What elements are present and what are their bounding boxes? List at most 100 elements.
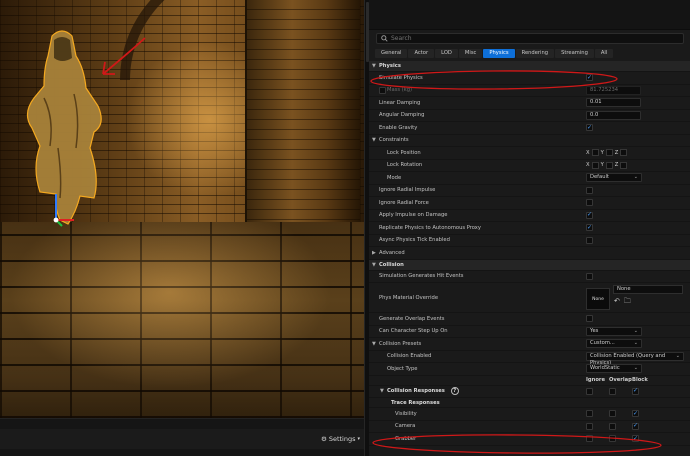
property-lock-position: Lock Position X Y Z [369, 147, 690, 160]
lock-rotation-z-checkbox[interactable] [620, 161, 628, 169]
settings-label: Settings [328, 435, 356, 443]
lock-rotation-x-checkbox[interactable] [591, 161, 599, 169]
tab-actor[interactable]: Actor [408, 49, 435, 58]
grabber-block-checkbox[interactable]: ✓ [632, 435, 639, 443]
reset-arrow-icon[interactable]: ↶ [614, 297, 620, 308]
response-column-headers: Ignore Overlap Block [369, 376, 690, 386]
trace-responses-header: Trace Responses [369, 398, 690, 408]
chevron-down-icon: ⌄ [633, 340, 638, 347]
tab-general[interactable]: General [375, 49, 408, 58]
chevron-right-icon: ▶ [372, 249, 376, 256]
property-generate-overlap: Generate Overlap Events [369, 313, 690, 326]
ignore-radial-force-checkbox[interactable] [586, 199, 593, 207]
angular-damping-field[interactable]: 0.0 [586, 110, 641, 120]
async-physics-checkbox[interactable] [586, 236, 593, 244]
apply-impulse-checkbox[interactable]: ✓ [586, 211, 593, 219]
camera-ignore-checkbox[interactable] [586, 422, 593, 430]
tab-physics[interactable]: Physics [483, 49, 515, 58]
grabber-ignore-checkbox[interactable] [586, 435, 593, 443]
chevron-down-icon: ▼ [380, 388, 384, 395]
material-dropdown[interactable]: None [613, 285, 683, 294]
lock-position-z-checkbox[interactable] [620, 149, 628, 157]
stone-pillar [245, 0, 360, 240]
visibility-block-checkbox[interactable]: ✓ [632, 410, 639, 418]
group-advanced[interactable]: ▶ Advanced [369, 247, 690, 260]
generate-overlap-checkbox[interactable] [586, 315, 593, 323]
linear-damping-field[interactable]: 0.01 [586, 98, 641, 108]
mode-dropdown[interactable]: Default ⌄ [586, 173, 642, 183]
visibility-overlap-checkbox[interactable] [609, 410, 616, 418]
filter-tabs: General Actor LOD Misc Physics Rendering… [375, 49, 614, 58]
gear-icon: ⚙ [321, 435, 327, 443]
header-overlap: Overlap [609, 377, 632, 383]
collision-enabled-dropdown[interactable]: Collision Enabled (Query and Physics) ⌄ [586, 351, 684, 366]
red-annotation-arrow [102, 37, 146, 75]
camera-overlap-checkbox[interactable] [609, 422, 616, 430]
simulate-physics-checkbox[interactable]: ✓ [586, 74, 593, 82]
property-linear-damping: Linear Damping 0.01 [369, 97, 690, 110]
phys-material-picker: None None ↶ 🗀 [586, 283, 686, 313]
channel-visibility: Visibility ✓ [369, 408, 690, 421]
search-icon [381, 35, 388, 42]
chevron-down-icon: ⌄ [633, 174, 638, 181]
level-viewport[interactable] [0, 0, 364, 418]
camera-block-checkbox[interactable]: ✓ [632, 422, 639, 430]
visibility-ignore-checkbox[interactable] [586, 410, 593, 418]
group-constraints[interactable]: ▼ Constraints [369, 135, 690, 147]
floor-lighting [0, 222, 364, 418]
ignore-radial-impulse-checkbox[interactable] [586, 186, 593, 194]
material-thumbnail[interactable]: None [586, 288, 610, 310]
category-physics[interactable]: ▼ Physics [369, 61, 690, 72]
object-type-dropdown[interactable]: WorldStatic ⌄ [586, 364, 642, 374]
property-object-type: Object Type WorldStatic ⌄ [369, 363, 690, 376]
chevron-down-icon: ⌄ [633, 365, 638, 372]
mass-field[interactable]: 81.725234 [586, 85, 641, 95]
step-up-dropdown[interactable]: Yes ⌄ [586, 326, 642, 336]
property-mode: Mode Default ⌄ [369, 172, 690, 185]
property-apply-impulse: Apply Impulse on Damage ✓ [369, 210, 690, 222]
lock-position-x-checkbox[interactable] [591, 149, 599, 157]
all-ignore-checkbox[interactable] [586, 387, 593, 395]
group-collision-responses[interactable]: ▼ Collision Responses ? ✓ [369, 386, 690, 398]
tab-misc[interactable]: Misc [458, 49, 483, 58]
lock-rotation-axes: X Y Z [586, 161, 628, 169]
property-ignore-radial-force: Ignore Radial Force [369, 197, 690, 210]
chevron-down-icon: ▼ [372, 261, 376, 268]
search-input[interactable] [391, 35, 641, 42]
browse-folder-icon[interactable]: 🗀 [624, 297, 631, 308]
chevron-down-icon: ⌄ [633, 327, 638, 334]
lock-rotation-y-checkbox[interactable] [605, 161, 613, 169]
property-step-up-on: Can Character Step Up On Yes ⌄ [369, 326, 690, 338]
all-overlap-checkbox[interactable] [609, 387, 616, 395]
header-block: Block [632, 377, 648, 383]
grabber-overlap-checkbox[interactable] [609, 435, 616, 443]
channel-grabber: Grabber ✓ [369, 433, 690, 446]
tab-streaming[interactable]: Streaming [555, 49, 594, 58]
enable-gravity-checkbox[interactable]: ✓ [586, 124, 593, 132]
group-collision-presets[interactable]: ▼ Collision Presets Custom... ⌄ [369, 338, 690, 351]
collision-presets-dropdown[interactable]: Custom... ⌄ [586, 339, 642, 349]
property-enable-gravity: Enable Gravity ✓ [369, 122, 690, 135]
category-collision[interactable]: ▼ Collision [369, 259, 690, 271]
header-ignore: Ignore [586, 377, 605, 383]
property-simulate-physics: Simulate Physics ✓ [369, 72, 690, 85]
mass-override-checkbox[interactable] [379, 86, 386, 94]
settings-button[interactable]: ⚙ Settings ▾ [321, 433, 360, 445]
property-ignore-radial-impulse: Ignore Radial Impulse [369, 185, 690, 197]
details-header [369, 0, 690, 30]
sim-hit-events-checkbox[interactable] [586, 272, 593, 280]
property-list: ▼ Physics Simulate Physics ✓ Mass (kg) 8… [369, 61, 690, 446]
tab-lod[interactable]: LOD [435, 49, 458, 58]
property-mass: Mass (kg) 81.725234 [369, 85, 690, 97]
transform-gizmo[interactable] [48, 190, 78, 230]
viewport-bottom-bar: ⚙ Settings ▾ [0, 418, 364, 456]
replicate-physics-checkbox[interactable]: ✓ [586, 224, 593, 232]
help-icon[interactable]: ? [450, 387, 459, 396]
tab-rendering[interactable]: Rendering [515, 49, 555, 58]
search-box[interactable] [376, 33, 684, 44]
tab-all[interactable]: All [594, 49, 614, 58]
property-phys-material: Phys Material Override None None ↶ 🗀 [369, 283, 690, 313]
all-block-checkbox[interactable]: ✓ [632, 387, 639, 395]
lock-position-y-checkbox[interactable] [605, 149, 613, 157]
chevron-down-icon: ▼ [372, 340, 376, 347]
